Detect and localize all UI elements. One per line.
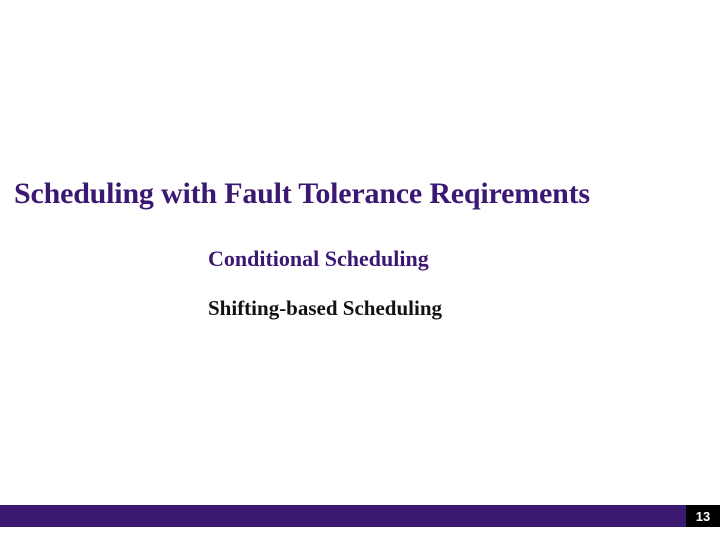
subtitle-shifting: Shifting-based Scheduling (208, 296, 442, 321)
page-number: 13 (686, 505, 720, 527)
slide: Scheduling with Fault Tolerance Reqireme… (0, 0, 720, 540)
slide-title: Scheduling with Fault Tolerance Reqireme… (14, 177, 720, 211)
subtitle-conditional: Conditional Scheduling (208, 246, 429, 272)
footer-bar (0, 505, 720, 527)
